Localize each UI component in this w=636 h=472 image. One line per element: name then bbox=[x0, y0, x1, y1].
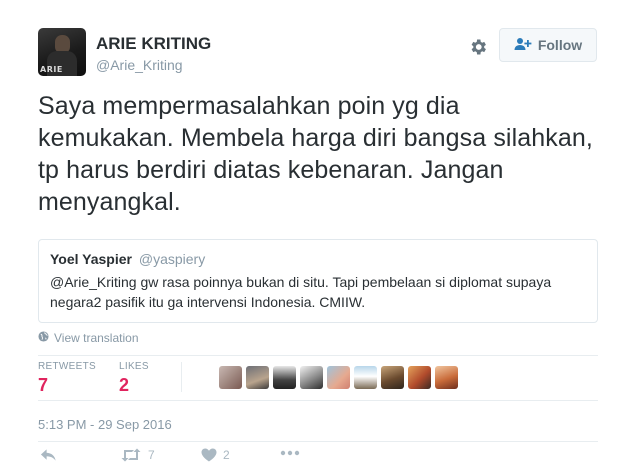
liker-avatar[interactable] bbox=[327, 366, 350, 389]
liker-avatar[interactable] bbox=[246, 366, 269, 389]
liker-avatar[interactable] bbox=[300, 366, 323, 389]
likes-count: 2 bbox=[119, 375, 130, 395]
retweet-count: 7 bbox=[148, 448, 155, 462]
gear-icon[interactable] bbox=[468, 37, 488, 57]
quoted-author: Yoel Yaspier @yaspiery bbox=[50, 251, 205, 267]
liker-avatar[interactable] bbox=[219, 366, 242, 389]
reply-button[interactable] bbox=[40, 448, 57, 462]
liker-avatar[interactable] bbox=[408, 366, 431, 389]
likes-label: LIKES bbox=[119, 361, 149, 372]
like-count: 2 bbox=[223, 448, 230, 462]
quoted-handle: @yaspiery bbox=[138, 251, 206, 267]
liker-avatars bbox=[219, 366, 458, 389]
retweets-stat[interactable]: RETWEETS 7 bbox=[38, 361, 96, 396]
follow-label: Follow bbox=[537, 37, 583, 53]
user-handle[interactable]: @Arie_Kriting bbox=[96, 57, 183, 73]
more-button[interactable] bbox=[280, 450, 300, 456]
heart-icon bbox=[201, 448, 217, 462]
avatar[interactable]: ARIE bbox=[38, 28, 86, 76]
quoted-text: @Arie_Kriting gw rasa poinnya bukan di s… bbox=[50, 274, 552, 310]
more-icon bbox=[280, 450, 300, 456]
retweets-label: RETWEETS bbox=[38, 361, 96, 372]
add-user-icon bbox=[514, 37, 532, 54]
divider bbox=[38, 400, 598, 401]
reply-icon bbox=[40, 448, 57, 462]
divider bbox=[38, 355, 598, 356]
retweets-count: 7 bbox=[38, 375, 49, 395]
globe-icon bbox=[38, 331, 49, 345]
retweet-icon bbox=[120, 448, 142, 462]
avatar-stamp: ARIE bbox=[40, 65, 63, 74]
quoted-tweet[interactable]: Yoel Yaspier @yaspiery @Arie_Kriting gw … bbox=[38, 239, 598, 323]
likes-stat[interactable]: LIKES 2 bbox=[119, 361, 149, 396]
liker-avatar[interactable] bbox=[354, 366, 377, 389]
liker-avatar[interactable] bbox=[435, 366, 458, 389]
display-name[interactable]: ARIE KRITING bbox=[96, 34, 211, 54]
retweet-button[interactable]: 7 bbox=[120, 448, 155, 462]
tweet-timestamp[interactable]: 5:13 PM - 29 Sep 2016 bbox=[38, 417, 172, 432]
like-button[interactable]: 2 bbox=[201, 448, 230, 462]
view-translation-label: View translation bbox=[54, 331, 139, 345]
tweet-text: Saya mempermasalahkan poin yg dia kemuka… bbox=[38, 92, 593, 216]
quoted-name: Yoel Yaspier bbox=[50, 251, 132, 267]
liker-avatar[interactable] bbox=[273, 366, 296, 389]
view-translation-link[interactable]: View translation bbox=[38, 331, 139, 345]
follow-button[interactable]: Follow bbox=[499, 28, 597, 62]
liker-avatar[interactable] bbox=[381, 366, 404, 389]
divider bbox=[38, 441, 598, 442]
stats-divider bbox=[181, 362, 182, 392]
